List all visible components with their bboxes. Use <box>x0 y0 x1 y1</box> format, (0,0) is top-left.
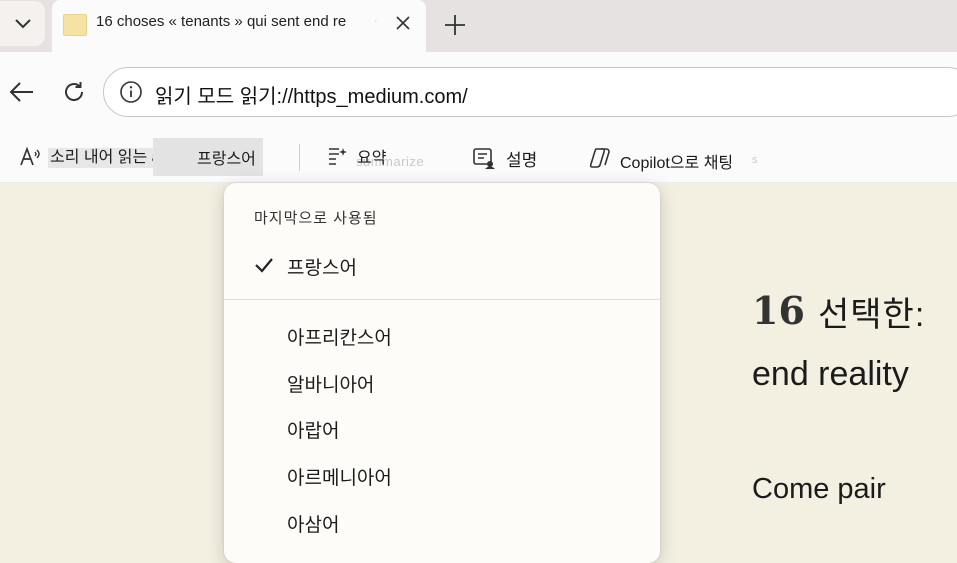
explain-icon[interactable] <box>472 147 496 169</box>
explain-button[interactable]: 설명 <box>506 146 537 171</box>
translate-language-value: 프랑스어 <box>197 151 256 168</box>
new-tab-button[interactable] <box>439 10 471 40</box>
language-option[interactable]: 아랍어 <box>287 416 339 443</box>
chevron-down-icon <box>14 18 31 28</box>
article-number: 16 <box>752 288 805 333</box>
translate-language-select[interactable]: 프랑스어 <box>153 138 263 176</box>
language-option[interactable]: 아르메니아어 <box>287 463 392 490</box>
language-option[interactable]: 아삼어 <box>287 510 339 537</box>
url-text[interactable]: 읽기 모드 읽기://https_medium.com/ <box>155 80 468 109</box>
info-icon[interactable] <box>119 80 143 104</box>
copilot-chat-button[interactable]: Copilot으로 채팅 <box>620 149 733 173</box>
close-tab-button[interactable] <box>391 11 415 35</box>
article-heading: 선택한: <box>818 296 926 334</box>
language-option[interactable]: 아프리칸스어 <box>287 323 392 350</box>
read-aloud-icon[interactable] <box>18 145 42 169</box>
active-tab[interactable]: 16 choses « tenants » qui sent end re · <box>52 0 426 52</box>
language-dropdown: 마지막으로 사용됨 프랑스어 아프리칸스어 알바니아어 아랍어 아르메니아어 아… <box>224 183 660 563</box>
refresh-icon <box>65 82 83 101</box>
copilot-icon[interactable] <box>588 146 612 170</box>
refresh-button[interactable] <box>58 77 90 107</box>
immersive-reader-toolbar: 소리 내어 읽는 ab 프랑스어 summarize 요약 설명 Copilot… <box>0 132 957 183</box>
toolbar-divider <box>299 144 300 171</box>
dropdown-divider <box>224 299 660 300</box>
tab-list-button[interactable] <box>0 1 45 46</box>
arrow-left-icon <box>9 82 33 102</box>
checkmark-icon <box>255 258 273 273</box>
article-heading-line2: end reality <box>752 355 909 393</box>
tab-title: 16 choses « tenants » qui sent end re <box>96 13 347 30</box>
tab-title-fade: · <box>374 15 378 27</box>
navigation-toolbar: 읽기 모드 읽기://https_medium.com/ <box>0 52 957 132</box>
address-bar[interactable]: 읽기 모드 읽기://https_medium.com/ <box>103 67 957 117</box>
language-option-selected[interactable]: 프랑스어 <box>287 253 357 280</box>
back-button[interactable] <box>6 77 38 107</box>
tab-strip: 16 choses « tenants » qui sent end re · <box>0 0 957 52</box>
plus-icon <box>445 15 465 35</box>
recently-used-header: 마지막으로 사용됨 <box>254 210 378 227</box>
copilot-label-fade: s <box>752 154 758 166</box>
page-favicon-icon <box>63 14 87 36</box>
summarize-button[interactable]: 요약 <box>357 144 386 168</box>
article-paragraph: Come pair <box>752 473 886 505</box>
summarize-icon[interactable] <box>326 146 348 168</box>
language-option[interactable]: 알바니아어 <box>287 370 374 397</box>
close-icon <box>396 16 410 30</box>
